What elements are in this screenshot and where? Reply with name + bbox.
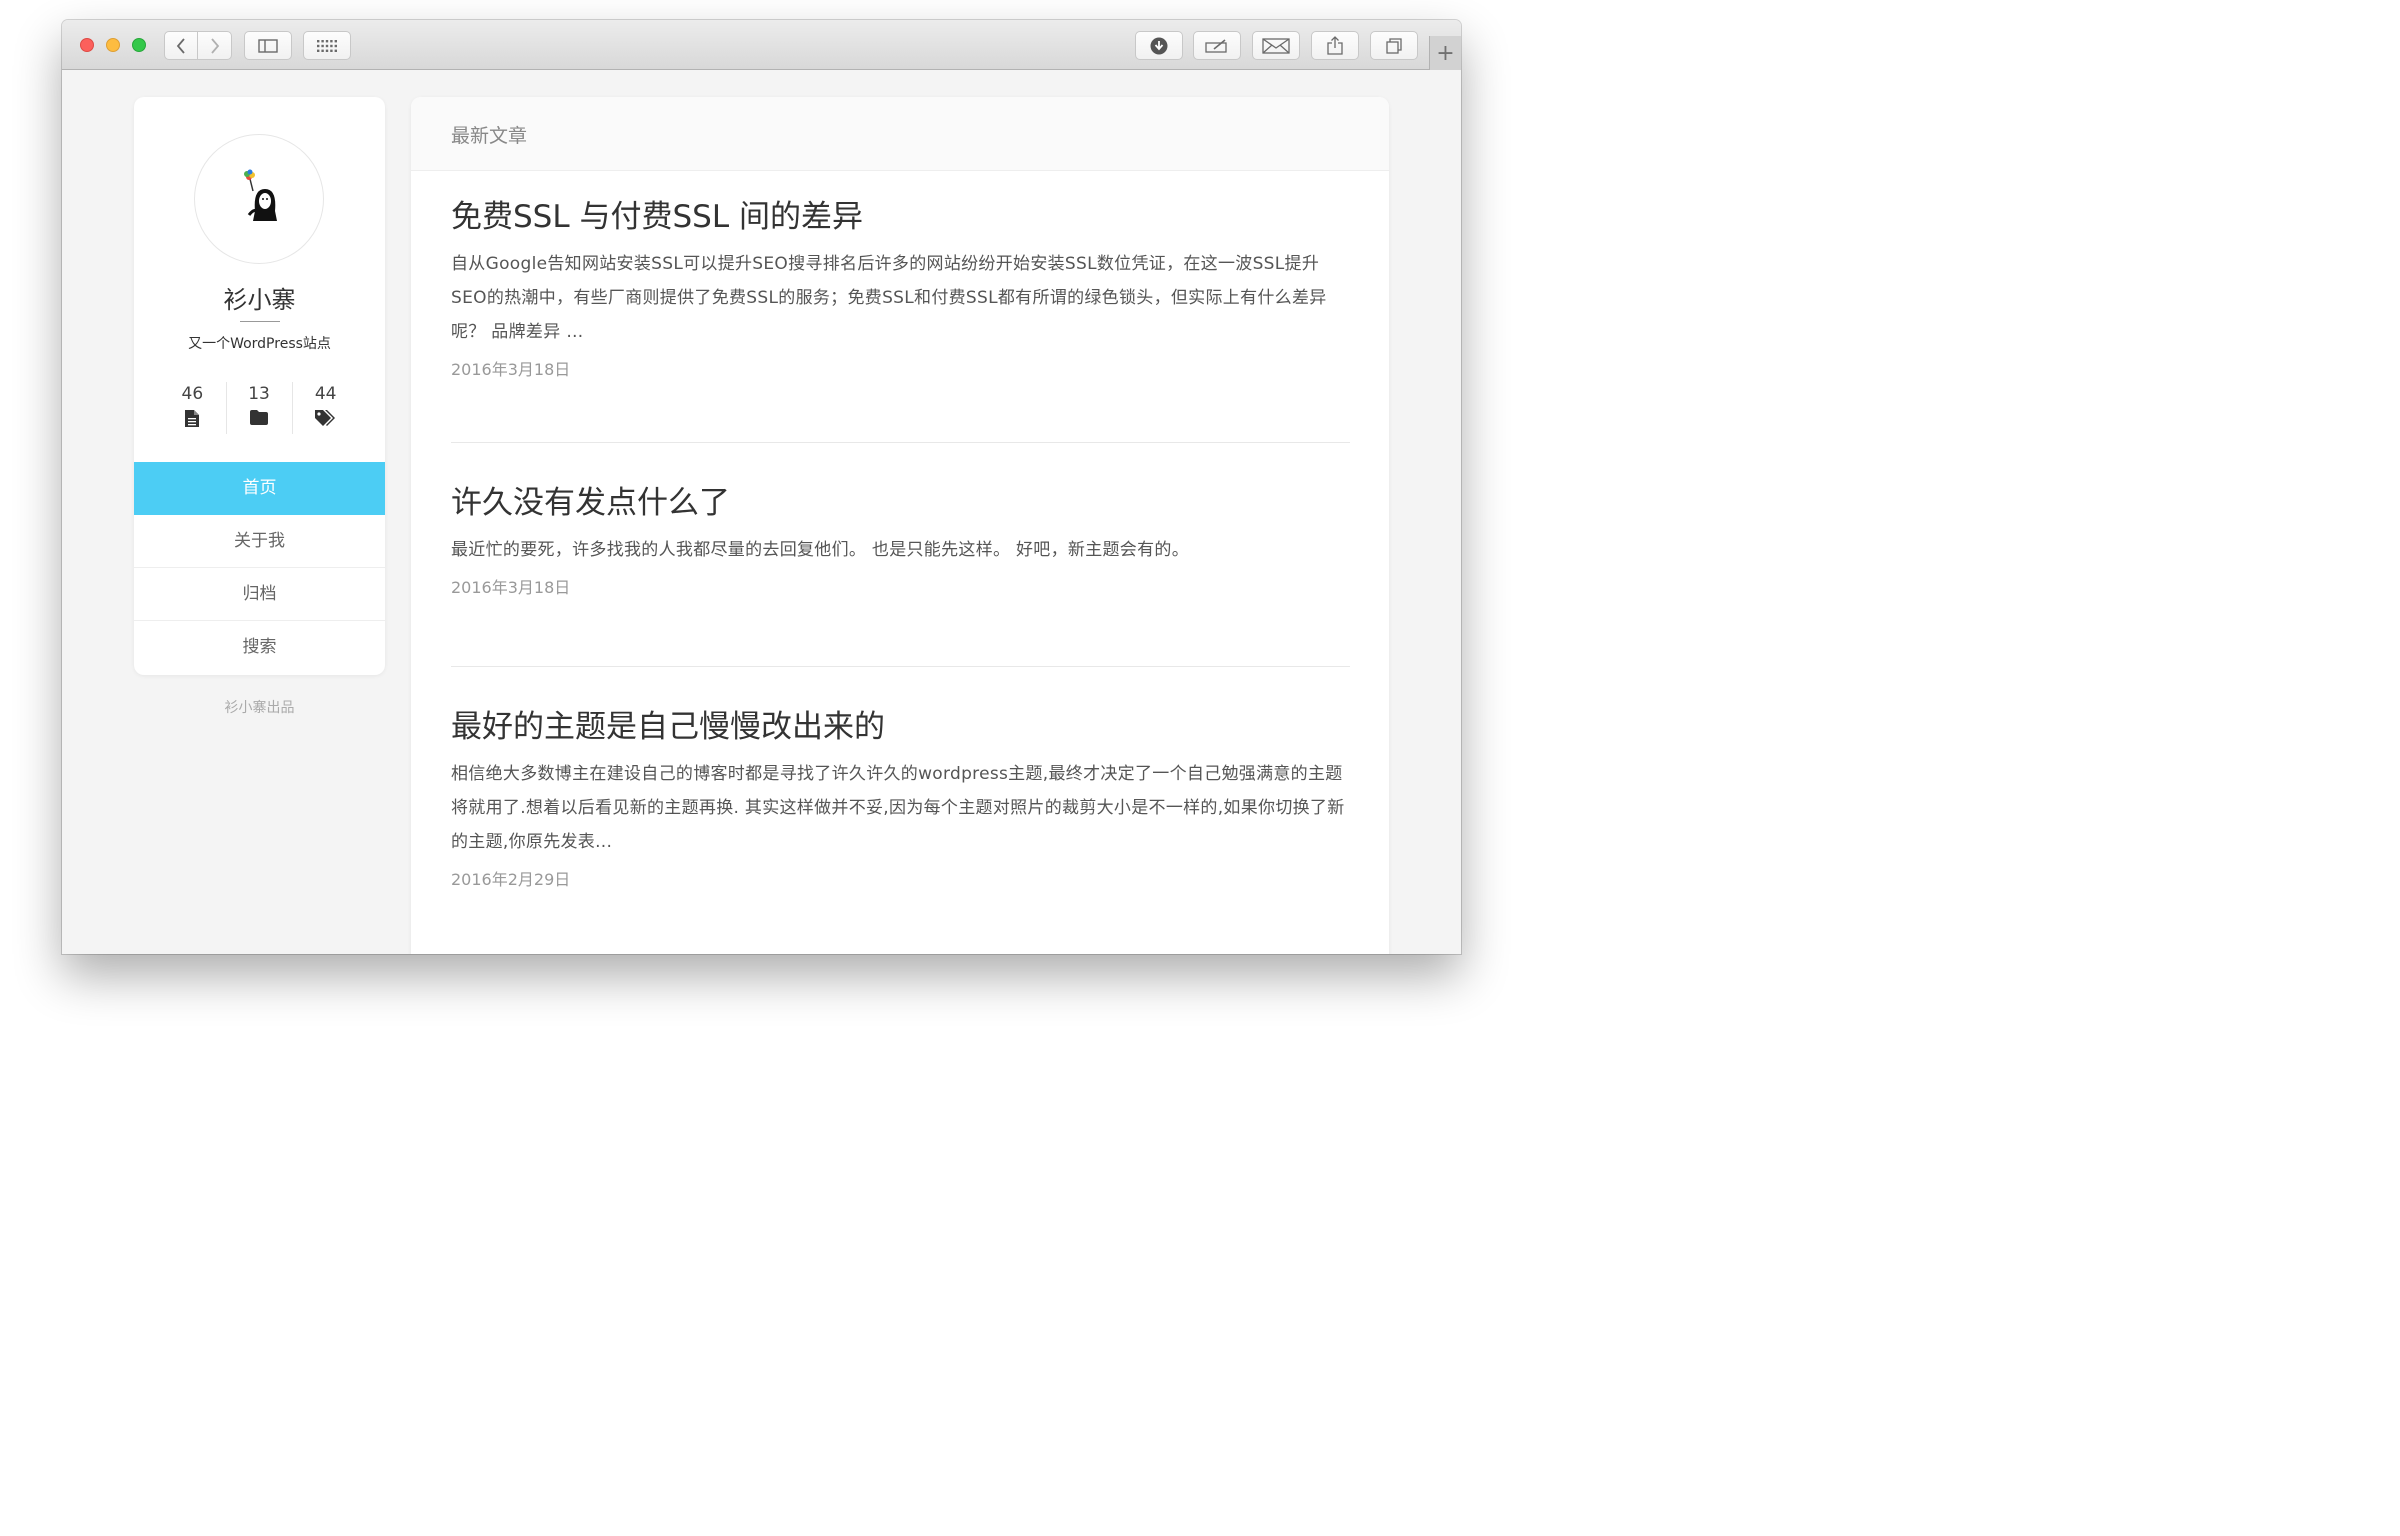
document-icon [185,410,200,427]
browser-toolbar: + [62,20,1461,70]
page-content: 衫小寨 又一个WordPress站点 46 13 44 首页 关于我 归档 搜索… [62,71,1461,954]
post-excerpt: 自从Google告知网站安装SSL可以提升SEO搜寻排名后许多的网站纷纷开始安装… [451,254,1327,342]
post-divider [451,442,1350,443]
stat-categories[interactable]: 13 [225,382,293,438]
share-icon [1327,36,1343,55]
top-sites-button[interactable] [303,31,351,60]
profile-card: 衫小寨 又一个WordPress站点 46 13 44 首页 关于我 归档 搜索 [134,97,385,675]
site-description: 又一个WordPress站点 [188,336,331,352]
browser-window: + 衫小寨 又一个WordPress站点 46 13 44 首页 关于我 归档 … [62,20,1461,954]
new-tab-button[interactable]: + [1429,36,1461,70]
edit-button[interactable] [1193,31,1241,60]
post-item: 许久没有发点什么了 最近忙的要死，许多找我的人我都尽量的去回复他们。 也是只能先… [451,483,1350,603]
zoom-window-button[interactable] [132,38,146,52]
post-date: 2016年3月18日 [451,578,571,597]
post-item: 免费SSL 与付费SSL 间的差异 自从Google告知网站安装SSL可以提升S… [451,197,1350,385]
post-item: 最好的主题是自己慢慢改出来的 相信绝大多数博主在建设自己的博客时都是寻找了许久许… [451,707,1350,895]
post-excerpt: 相信绝大多数博主在建设自己的博客时都是寻找了许久许久的wordpress主题,最… [451,764,1345,852]
back-button[interactable] [164,31,198,60]
share-button[interactable] [1311,31,1359,60]
minimize-window-button[interactable] [106,38,120,52]
sidebar-menu: 首页 关于我 归档 搜索 [134,462,385,674]
tags-icon [315,410,336,426]
stat-tags-count: 44 [314,384,337,404]
downloads-button[interactable] [1135,31,1183,60]
grid-icon [317,39,337,52]
close-window-button[interactable] [80,38,94,52]
download-icon [1150,37,1168,54]
back-icon [176,37,185,54]
post-title[interactable]: 免费SSL 与付费SSL 间的差异 [451,197,1350,237]
tab-overview-button[interactable] [1370,31,1418,60]
menu-item-about[interactable]: 关于我 [134,515,385,568]
forward-icon [210,37,219,54]
folder-icon [250,410,268,425]
panel-title: 最新文章 [451,125,528,147]
post-title[interactable]: 最好的主题是自己慢慢改出来的 [451,707,1350,747]
menu-item-archive[interactable]: 归档 [134,568,385,621]
menu-item-home[interactable]: 首页 [134,462,385,515]
panel-header: 最新文章 [411,97,1389,171]
stat-posts-count: 46 [181,384,204,404]
post-date: 2016年2月29日 [451,870,571,889]
stat-posts[interactable]: 46 [159,382,226,438]
latest-posts-panel: 最新文章 免费SSL 与付费SSL 间的差异 自从Google告知网站安装SSL… [411,97,1389,954]
bookmark-icon [1262,37,1290,54]
sidebar-icon [258,38,278,53]
menu-item-search[interactable]: 搜索 [134,621,385,674]
edit-icon [1205,38,1227,53]
site-credit: 衫小寨出品 [224,700,295,716]
name-divider [240,321,280,322]
avatar[interactable] [194,134,324,264]
avatar-mascot-icon [244,169,277,221]
bookmark-button[interactable] [1252,31,1300,60]
post-date: 2016年3月18日 [451,360,571,379]
post-title[interactable]: 许久没有发点什么了 [451,483,1350,523]
post-divider [451,666,1350,667]
tabs-icon [1386,37,1402,54]
stat-tags[interactable]: 44 [292,382,359,438]
site-stats: 46 13 44 [159,382,359,438]
stat-categories-count: 13 [248,384,270,404]
plus-icon: + [1436,40,1455,66]
sidebar-toggle-button[interactable] [244,31,292,60]
forward-button[interactable] [198,31,232,60]
site-name[interactable]: 衫小寨 [134,280,385,315]
post-excerpt: 最近忙的要死，许多找我的人我都尽量的去回复他们。 也是只能先这样。 好吧，新主题… [451,540,1190,560]
